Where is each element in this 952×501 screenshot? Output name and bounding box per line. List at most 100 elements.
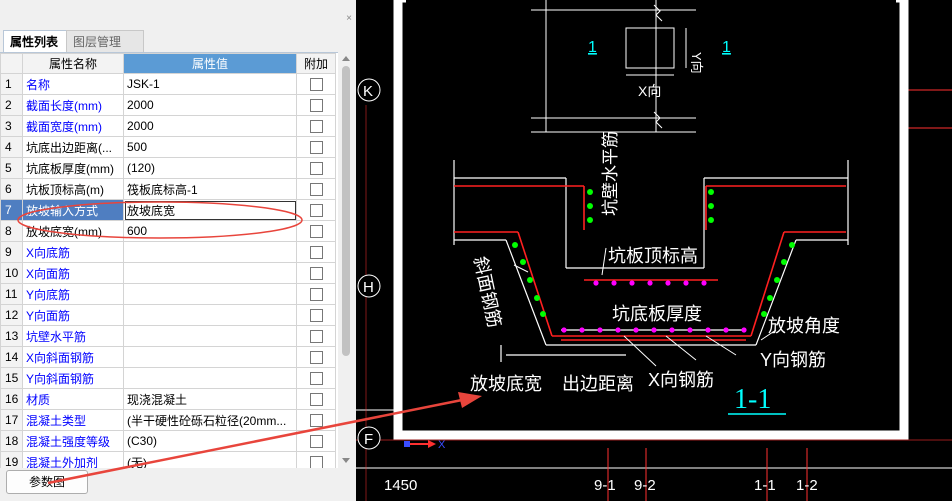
- property-name: 截面宽度(mm): [22, 115, 124, 137]
- property-value-cell[interactable]: 筏板底标高-1: [123, 178, 297, 200]
- row-index: 8: [0, 220, 23, 242]
- vertical-scrollbar[interactable]: [339, 52, 353, 467]
- property-value-cell[interactable]: 放坡底宽: [123, 199, 297, 221]
- row-index: 17: [0, 409, 23, 431]
- attach-cell: [296, 262, 336, 284]
- property-value-cell[interactable]: 600: [123, 220, 297, 242]
- property-value-cell[interactable]: [123, 241, 297, 263]
- label-wall-rebar: 坑壁水平筋: [601, 131, 620, 216]
- row-index: 15: [0, 367, 23, 389]
- property-value-cell[interactable]: (无): [123, 451, 297, 468]
- row-index: 18: [0, 430, 23, 452]
- attach-cell: [296, 94, 336, 116]
- bottom-label-1-1: 1-1: [754, 477, 776, 494]
- attach-cell: [296, 220, 336, 242]
- property-value-cell[interactable]: [123, 304, 297, 326]
- attach-checkbox[interactable]: [309, 351, 323, 365]
- property-name: 混凝土强度等级: [22, 430, 124, 452]
- property-value-cell[interactable]: (120): [123, 157, 297, 179]
- col-value-header[interactable]: 属性值: [123, 53, 297, 74]
- property-row[interactable]: 12 Y向面筋: [0, 304, 336, 326]
- attach-checkbox[interactable]: [309, 99, 323, 113]
- property-row[interactable]: 3 截面宽度(mm) 2000: [0, 115, 336, 137]
- cad-canvas[interactable]: X向 Y向 1 1 坑壁水平筋 坑板顶标高 斜面钢筋 坑底板厚度 放坡角度 Y向…: [356, 0, 952, 501]
- attach-checkbox[interactable]: [309, 183, 323, 197]
- attach-cell: [296, 241, 336, 263]
- property-row[interactable]: 2 截面长度(mm) 2000: [0, 94, 336, 116]
- param-diagram-button[interactable]: 参数图: [6, 470, 88, 494]
- property-row[interactable]: 5 坑底板厚度(mm) (120): [0, 157, 336, 179]
- attach-checkbox[interactable]: [309, 162, 323, 176]
- scroll-up-icon[interactable]: [342, 56, 350, 61]
- property-row[interactable]: 9 X向底筋: [0, 241, 336, 263]
- close-icon[interactable]: ×: [346, 14, 352, 24]
- ucs-origin-icon: [404, 441, 410, 447]
- row-index: 11: [0, 283, 23, 305]
- row-index: 7: [0, 199, 23, 221]
- attach-checkbox[interactable]: [309, 288, 323, 302]
- row-index: 6: [0, 178, 23, 200]
- property-value-cell[interactable]: [123, 367, 297, 389]
- property-row[interactable]: 11 Y向底筋: [0, 283, 336, 305]
- property-row[interactable]: 1 名称 JSK-1: [0, 73, 336, 95]
- attach-checkbox[interactable]: [309, 309, 323, 323]
- property-name: X向底筋: [22, 241, 124, 263]
- attach-cell: [296, 304, 336, 326]
- property-row[interactable]: 19 混凝土外加剂 (无): [0, 451, 336, 468]
- property-row[interactable]: 7 放坡输入方式 放坡底宽: [0, 199, 336, 221]
- property-row[interactable]: 16 材质 现浇混凝土: [0, 388, 336, 410]
- attach-checkbox[interactable]: [309, 435, 323, 449]
- property-name: 放坡底宽(mm): [22, 220, 124, 242]
- property-value-cell[interactable]: [123, 262, 297, 284]
- plan-mark-left: 1: [588, 39, 597, 56]
- property-value-cell[interactable]: (C30): [123, 430, 297, 452]
- property-row[interactable]: 6 坑板顶标高(m) 筏板底标高-1: [0, 178, 336, 200]
- property-name: Y向面筋: [22, 304, 124, 326]
- scrollbar-thumb[interactable]: [342, 66, 350, 356]
- property-value-cell[interactable]: 现浇混凝土: [123, 388, 297, 410]
- tab-property-list[interactable]: 属性列表: [3, 30, 74, 53]
- property-row[interactable]: 14 X向斜面钢筋: [0, 346, 336, 368]
- property-value-cell[interactable]: [123, 283, 297, 305]
- attach-checkbox[interactable]: [309, 414, 323, 428]
- attach-checkbox[interactable]: [309, 246, 323, 260]
- attach-cell: [296, 346, 336, 368]
- property-name: X向斜面钢筋: [22, 346, 124, 368]
- attach-checkbox[interactable]: [309, 78, 323, 92]
- attach-checkbox[interactable]: [309, 225, 323, 239]
- property-value-cell[interactable]: 500: [123, 136, 297, 158]
- attach-cell: [296, 178, 336, 200]
- property-row[interactable]: 18 混凝土强度等级 (C30): [0, 430, 336, 452]
- tab-layer-management[interactable]: 图层管理: [66, 30, 144, 53]
- property-name: 坑底出边距离(...: [22, 136, 124, 158]
- property-value-cell[interactable]: 2000: [123, 94, 297, 116]
- axis-bubble-f: F: [364, 431, 373, 448]
- property-row[interactable]: 17 混凝土类型 (半干硬性砼砾石粒径(20mm...: [0, 409, 336, 431]
- property-value-cell[interactable]: (半干硬性砼砾石粒径(20mm...: [123, 409, 297, 431]
- attach-checkbox[interactable]: [309, 204, 323, 218]
- property-value-cell[interactable]: 2000: [123, 115, 297, 137]
- property-row[interactable]: 4 坑底出边距离(... 500: [0, 136, 336, 158]
- scroll-down-icon[interactable]: [342, 458, 350, 463]
- attach-checkbox[interactable]: [309, 372, 323, 386]
- property-row[interactable]: 13 坑壁水平筋: [0, 325, 336, 347]
- attach-checkbox[interactable]: [309, 120, 323, 134]
- axis-bubble-k: K: [363, 83, 373, 100]
- label-slope-width: 放坡底宽: [470, 374, 542, 394]
- property-row[interactable]: 15 Y向斜面钢筋: [0, 367, 336, 389]
- plan-mark-right: 1: [722, 39, 731, 56]
- property-value-cell[interactable]: JSK-1: [123, 73, 297, 95]
- property-name: X向面筋: [22, 262, 124, 284]
- property-grid: 属性名称 属性值 附加 1 名称 JSK-1 2 截面长度(mm) 2000 3 截面宽度(m…: [0, 52, 338, 468]
- attach-checkbox[interactable]: [309, 393, 323, 407]
- attach-checkbox[interactable]: [309, 456, 323, 468]
- property-value-cell[interactable]: [123, 346, 297, 368]
- property-row[interactable]: 8 放坡底宽(mm) 600: [0, 220, 336, 242]
- attach-cell: [296, 325, 336, 347]
- attach-checkbox[interactable]: [309, 267, 323, 281]
- attach-checkbox[interactable]: [309, 141, 323, 155]
- property-value-cell[interactable]: [123, 325, 297, 347]
- attach-checkbox[interactable]: [309, 330, 323, 344]
- property-row[interactable]: 10 X向面筋: [0, 262, 336, 284]
- attach-cell: [296, 388, 336, 410]
